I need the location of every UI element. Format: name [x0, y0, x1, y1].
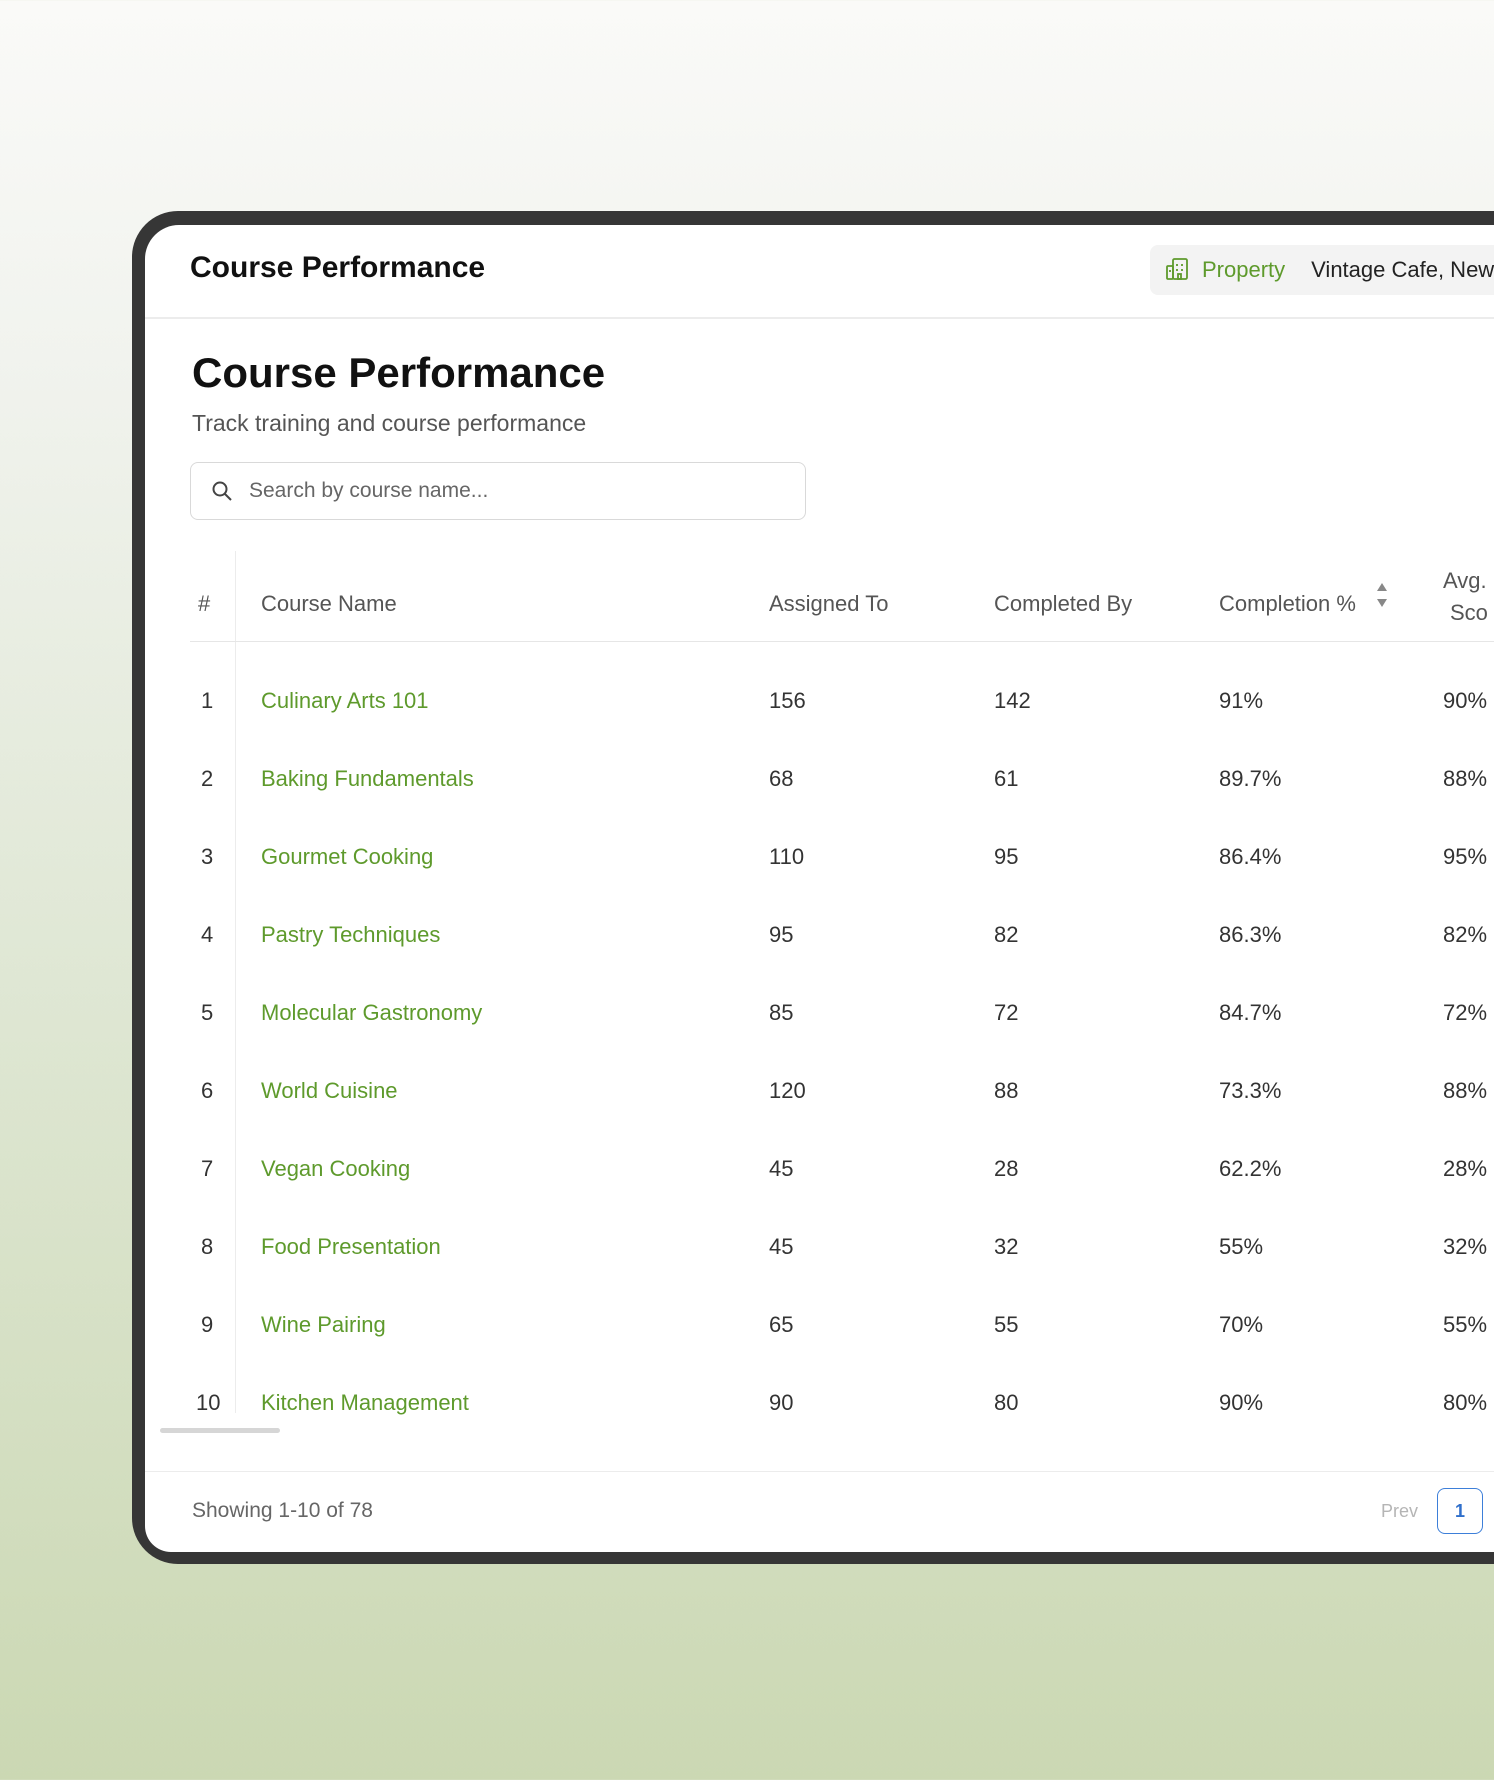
completion-value: 89.7% [1219, 766, 1282, 791]
completed-by-value: 88 [994, 1078, 1019, 1103]
search-input[interactable] [247, 478, 751, 504]
completed-by-value: 55 [994, 1312, 1019, 1337]
assigned-to-value: 120 [769, 1078, 806, 1103]
row-index: 5 [201, 1000, 214, 1025]
completed-by-value: 80 [994, 1390, 1019, 1415]
completion-value: 62.2% [1219, 1156, 1282, 1181]
course-name-link[interactable]: Culinary Arts 101 [261, 688, 429, 714]
search-icon [211, 480, 233, 502]
row-index: 8 [201, 1234, 214, 1259]
assigned-to-value: 65 [769, 1312, 794, 1337]
table-row: 10 Kitchen Management 90 80 90% 80% [145, 1364, 1494, 1442]
avg-score-value: 95% [1443, 844, 1488, 869]
completion-value: 84.7% [1219, 1000, 1282, 1025]
property-label: Property [1202, 257, 1286, 282]
column-header-completion[interactable]: Completion % [1219, 591, 1356, 617]
table-row: 2 Baking Fundamentals 68 61 89.7% 88% [145, 740, 1494, 818]
row-index: 3 [201, 844, 214, 869]
completed-by-value: 32 [994, 1234, 1019, 1259]
completed-by-value: 72 [994, 1000, 1019, 1025]
app-screen: Course Performance Property Vintage Cafe… [145, 225, 1494, 1552]
avg-score-line-1: Avg. [1443, 568, 1487, 593]
completed-by-value: 95 [994, 844, 1019, 869]
page-subtitle: Track training and course performance [192, 410, 587, 436]
course-name-link[interactable]: World Cuisine [261, 1078, 398, 1104]
assigned-to-value: 156 [769, 688, 806, 713]
course-name-link[interactable]: Pastry Techniques [261, 922, 440, 948]
assigned-to-value: 45 [769, 1234, 794, 1259]
footer-divider [145, 1471, 1494, 1472]
search-box [190, 462, 806, 520]
avg-score-value: 90% [1443, 688, 1488, 713]
course-name-link[interactable]: Kitchen Management [261, 1390, 469, 1416]
avg-score-value: 88% [1443, 766, 1488, 791]
property-value: Vintage Cafe, New [1311, 257, 1494, 282]
course-name-link[interactable]: Food Presentation [261, 1234, 441, 1260]
course-name-link[interactable]: Wine Pairing [261, 1312, 386, 1338]
completion-value: 73.3% [1219, 1078, 1282, 1103]
avg-score-value: 88% [1443, 1078, 1488, 1103]
row-index: 10 [196, 1390, 221, 1415]
assigned-to-value: 95 [769, 922, 794, 947]
column-header-index: # [198, 591, 211, 616]
table-row: 7 Vegan Cooking 45 28 62.2% 28% [145, 1130, 1494, 1208]
completion-value: 90% [1219, 1390, 1264, 1415]
avg-score-value: 80% [1443, 1390, 1488, 1415]
course-name-link[interactable]: Molecular Gastronomy [261, 1000, 482, 1026]
avg-score-value: 72% [1443, 1000, 1488, 1025]
assigned-to-value: 68 [769, 766, 794, 791]
avg-score-line-2: Sco [1450, 600, 1488, 625]
course-name-link[interactable]: Vegan Cooking [261, 1156, 410, 1182]
avg-score-value: 55% [1443, 1312, 1488, 1337]
pagination-summary: Showing 1-10 of 78 [192, 1499, 373, 1522]
completed-by-value: 28 [994, 1156, 1019, 1181]
completion-value: 91% [1219, 688, 1264, 713]
table-row: 4 Pastry Techniques 95 82 86.3% 82% [145, 896, 1494, 974]
row-index: 6 [201, 1078, 214, 1103]
avg-score-value: 28% [1443, 1156, 1488, 1181]
column-header-completed-by[interactable]: Completed By [994, 591, 1132, 617]
row-index: 2 [201, 766, 214, 791]
prev-page-button[interactable]: Prev [1381, 1501, 1418, 1522]
assigned-to-value: 45 [769, 1156, 794, 1181]
completion-value: 70% [1219, 1312, 1264, 1337]
property-selector[interactable]: Property Vintage Cafe, New [1150, 245, 1494, 295]
table-row: 5 Molecular Gastronomy 85 72 84.7% 72% [145, 974, 1494, 1052]
page-1-button[interactable]: 1 [1437, 1488, 1483, 1534]
completed-by-value: 82 [994, 922, 1019, 947]
completion-value: 86.3% [1219, 922, 1282, 947]
top-bar: Course Performance Property Vintage Cafe… [145, 225, 1494, 319]
top-bar-title: Course Performance [190, 251, 486, 284]
page-title: Course Performance [192, 349, 606, 396]
assigned-to-value: 90 [769, 1390, 794, 1415]
completed-by-value: 61 [994, 766, 1019, 791]
row-index: 4 [201, 922, 214, 947]
column-header-avg-score[interactable]: Avg. Sco [1443, 565, 1488, 629]
column-header-course-name[interactable]: Course Name [261, 591, 397, 617]
course-name-link[interactable]: Baking Fundamentals [261, 766, 474, 792]
row-index: 7 [201, 1156, 214, 1181]
row-index: 1 [201, 688, 214, 713]
table-row: 6 World Cuisine 120 88 73.3% 88% [145, 1052, 1494, 1130]
building-icon [1164, 256, 1192, 284]
header-divider [190, 641, 1494, 642]
completion-value: 55% [1219, 1234, 1264, 1259]
avg-score-value: 82% [1443, 922, 1488, 947]
table-row: 9 Wine Pairing 65 55 70% 55% [145, 1286, 1494, 1364]
table-row: 3 Gourmet Cooking 110 95 86.4% 95% [145, 818, 1494, 896]
completed-by-value: 142 [994, 688, 1031, 713]
assigned-to-value: 110 [769, 844, 805, 869]
table-row: 8 Food Presentation 45 32 55% 32% [145, 1208, 1494, 1286]
course-name-link[interactable]: Gourmet Cooking [261, 844, 433, 870]
assigned-to-value: 85 [769, 1000, 794, 1025]
avg-score-value: 32% [1443, 1234, 1488, 1259]
row-index: 9 [201, 1312, 214, 1337]
sort-icon[interactable] [1375, 580, 1389, 610]
column-header-assigned-to[interactable]: Assigned To [769, 591, 888, 617]
table-row: 1 Culinary Arts 101 156 142 91% 90% [145, 662, 1494, 740]
completion-value: 86.4% [1219, 844, 1282, 869]
horizontal-scrollbar[interactable] [160, 1428, 280, 1433]
